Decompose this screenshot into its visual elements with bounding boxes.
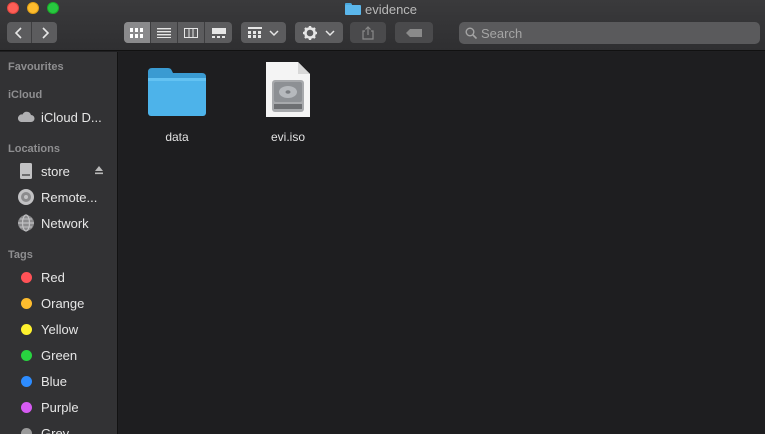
sidebar-item-label: store [41, 163, 70, 179]
sidebar-section-tags: Tags [8, 249, 33, 261]
tag-color-dot-icon [17, 294, 35, 312]
tag-icon [406, 28, 422, 37]
sidebar-section-favourites: Favourites [8, 61, 64, 73]
tag-color-dot-icon [17, 320, 35, 338]
sidebar-item-label: Network [41, 215, 89, 231]
file-name: evi.iso [270, 130, 305, 144]
sidebar-item-tag-green[interactable]: Green [0, 344, 117, 366]
remote-disc-icon [17, 188, 35, 206]
column-view-button[interactable] [178, 22, 205, 43]
disk-image-icon [266, 62, 310, 117]
finder-window: evidence Search Favourites iCloud iCloud… [0, 0, 765, 434]
sidebar-item-label: Remote... [41, 189, 98, 205]
file-item-evi-iso[interactable]: evi.iso [243, 60, 333, 144]
sidebar-item-tag-yellow[interactable]: Yellow [0, 318, 117, 340]
tag-color-dot-icon [17, 372, 35, 390]
gallery-view-button[interactable] [205, 22, 232, 43]
folder-icon [345, 3, 361, 15]
eject-icon[interactable] [94, 162, 104, 180]
zoom-button[interactable] [47, 2, 59, 14]
gear-icon [303, 25, 317, 40]
back-button[interactable] [7, 22, 32, 43]
icon-view-button[interactable] [124, 22, 151, 43]
list-icon [157, 27, 171, 38]
grid-icon [130, 27, 143, 38]
sidebar-item-store[interactable]: store [0, 160, 117, 182]
sidebar-item-label: Green [41, 347, 78, 363]
view-mode-control [124, 22, 232, 43]
gallery-icon [211, 27, 226, 38]
file-name: data [165, 130, 189, 144]
sidebar-section-locations: Locations [8, 143, 60, 155]
sidebar-item-tag-purple[interactable]: Purple [0, 396, 117, 418]
chevron-down-icon [325, 29, 335, 36]
sidebar-item-label: Grey [41, 425, 70, 434]
tag-color-dot-icon [17, 346, 35, 364]
nav-buttons [7, 22, 57, 43]
share-button[interactable] [350, 22, 386, 43]
sidebar-item-icloud-drive[interactable]: iCloud D... [0, 106, 117, 128]
columns-icon [184, 27, 198, 38]
chevron-left-icon [14, 26, 22, 39]
sidebar-item-tag-blue[interactable]: Blue [0, 370, 117, 392]
sidebar-item-network[interactable]: Network [0, 212, 117, 234]
sidebar-item-label: Orange [41, 295, 85, 311]
folder-icon [148, 68, 206, 116]
sidebar-item-label: Yellow [41, 321, 79, 337]
search-icon [465, 27, 477, 39]
action-dropdown[interactable] [295, 22, 343, 43]
disk-icon [17, 162, 35, 180]
search-field[interactable] [459, 22, 760, 44]
sidebar-item-tag-grey[interactable]: Grey [0, 422, 117, 434]
sidebar-item-remote-disc[interactable]: Remote... [0, 186, 117, 208]
group-by-dropdown[interactable] [241, 22, 286, 43]
file-browser: data evi.iso [119, 52, 765, 434]
close-button[interactable] [7, 2, 19, 14]
tag-color-dot-icon [17, 424, 35, 434]
window-title: evidence [345, 1, 417, 17]
forward-button[interactable] [32, 22, 57, 43]
chevron-down-icon [268, 29, 279, 36]
globe-icon [17, 214, 35, 232]
minimize-button[interactable] [27, 2, 39, 14]
toolbar: evidence [0, 0, 765, 51]
tag-color-dot-icon [17, 398, 35, 416]
sidebar: Favourites iCloud iCloud D... Locations … [0, 52, 118, 434]
search-input[interactable] [481, 25, 741, 41]
sidebar-item-label: Red [41, 269, 65, 285]
cloud-icon [17, 108, 35, 126]
window-title-label: evidence [365, 1, 418, 17]
sidebar-item-label: iCloud D... [41, 109, 102, 125]
share-icon [362, 25, 374, 40]
tag-color-dot-icon [17, 268, 35, 286]
edit-tags-button[interactable] [395, 22, 433, 43]
sidebar-item-tag-orange[interactable]: Orange [0, 292, 117, 314]
sidebar-section-icloud: iCloud [8, 89, 43, 101]
group-grid-icon [247, 27, 262, 38]
sidebar-item-label: Blue [41, 373, 68, 389]
chevron-right-icon [41, 26, 49, 39]
list-view-button[interactable] [151, 22, 178, 43]
sidebar-item-label: Purple [41, 399, 79, 415]
file-item-data[interactable]: data [132, 66, 222, 144]
sidebar-item-tag-red[interactable]: Red [0, 266, 117, 288]
